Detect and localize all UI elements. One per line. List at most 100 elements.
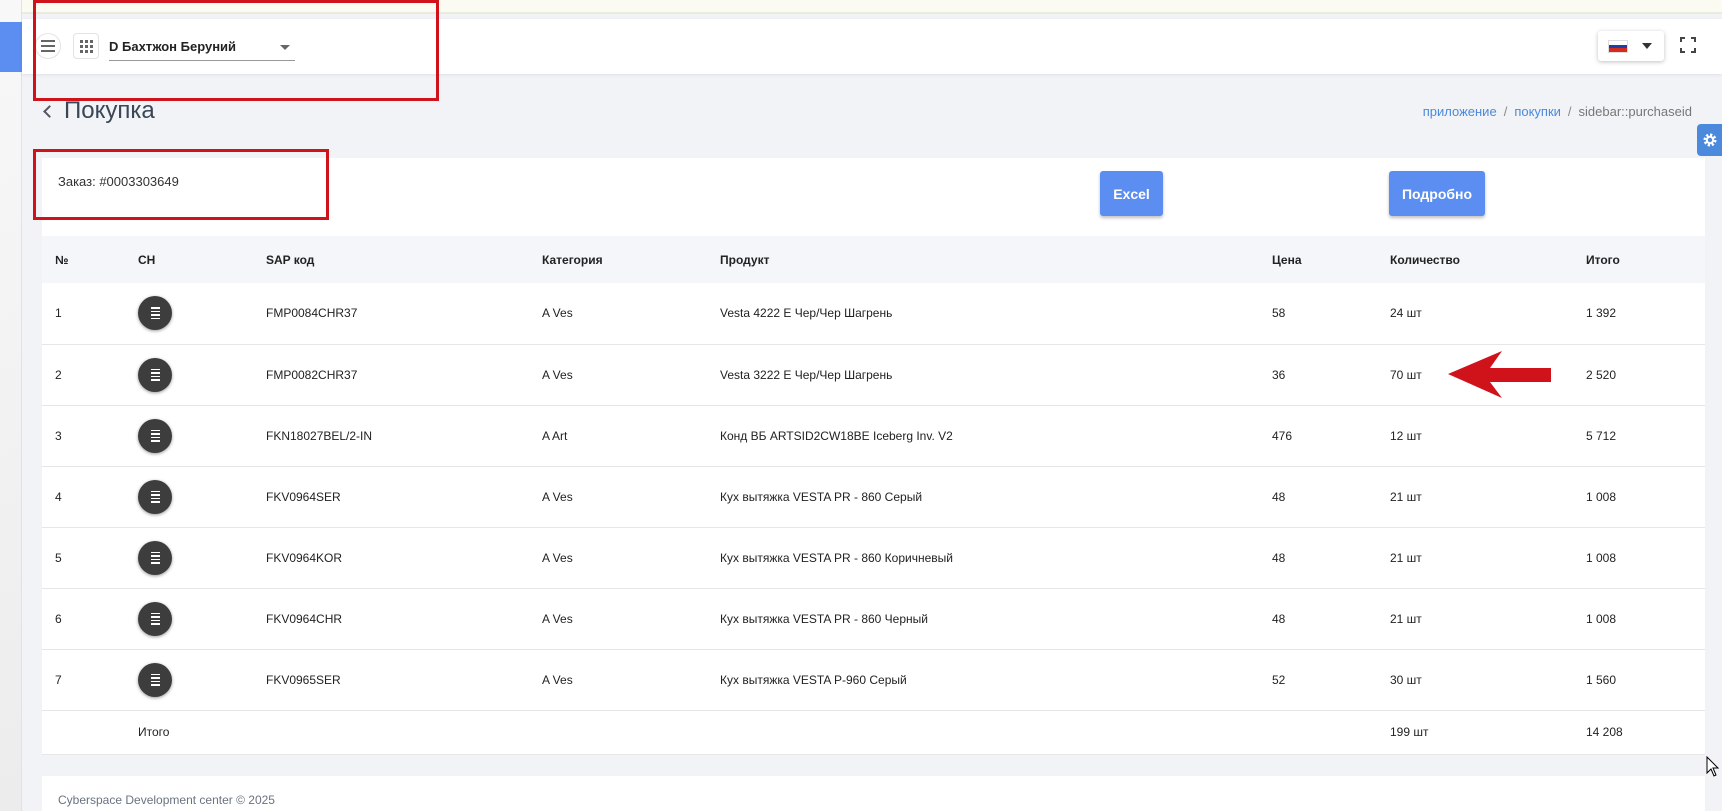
list-icon[interactable] bbox=[138, 296, 172, 331]
column-header: Цена bbox=[1272, 252, 1302, 267]
product-name: Кух вытяжка VESTA P-960 Серый bbox=[720, 672, 907, 687]
sap-code: FMP0084CHR37 bbox=[266, 306, 358, 321]
row-total: 1 008 bbox=[1586, 489, 1617, 504]
product-name: Vesta 3222 E Чер/Чер Шагрень bbox=[720, 367, 893, 382]
total-cell: Итого bbox=[138, 725, 170, 739]
copyright-text: Cyberspace Development center © 2025 bbox=[58, 793, 275, 807]
product-name: Кух вытяжка VESTA PR - 860 Серый bbox=[720, 489, 923, 504]
order-items-table: № CH SAP код Категория Продукт Цена Коли… bbox=[42, 236, 1705, 755]
row-total: 1 392 bbox=[1586, 306, 1617, 321]
breadcrumb-current: sidebar::purchaseid bbox=[1578, 104, 1692, 119]
column-header: Продукт bbox=[720, 252, 770, 267]
ch-cell bbox=[125, 649, 253, 710]
column-header: SAP код bbox=[266, 252, 315, 267]
sap-code: FKV0965SER bbox=[266, 672, 341, 687]
list-icon[interactable] bbox=[138, 357, 172, 392]
detail-button[interactable]: Подробно bbox=[1389, 171, 1485, 216]
gear-icon[interactable] bbox=[1697, 124, 1722, 156]
annotation-arrow bbox=[1448, 351, 1551, 398]
price: 58 bbox=[1272, 306, 1286, 321]
list-icon[interactable] bbox=[138, 540, 172, 575]
row-number: 4 bbox=[55, 489, 62, 504]
fullscreen-icon[interactable] bbox=[1680, 37, 1696, 53]
list-icon[interactable] bbox=[138, 418, 172, 453]
ch-cell bbox=[125, 588, 253, 649]
row-number: 3 bbox=[55, 428, 62, 443]
background-left-strip bbox=[0, 0, 22, 811]
total-quantity: 199 шт bbox=[1390, 725, 1429, 739]
list-icon[interactable] bbox=[138, 662, 172, 697]
table-header-row: № CH SAP код Категория Продукт Цена Коли… bbox=[42, 236, 1705, 283]
annotation-box-branch bbox=[33, 0, 439, 101]
product-name: Кух вытяжка VESTA PR - 860 Коричневый bbox=[720, 550, 953, 565]
table-row: 4 FKV0964SER A Ves Кух вытяжка VESTA PR - 8… bbox=[42, 466, 1705, 527]
row-number: 6 bbox=[55, 611, 62, 626]
mouse-cursor-icon bbox=[1706, 756, 1720, 777]
column-header: Категория bbox=[542, 252, 603, 267]
annotation-box-order bbox=[33, 149, 329, 220]
price: 48 bbox=[1272, 611, 1286, 626]
table-row: 1 FMP0084CHR37 A Ves Vesta 4222 E Чер/Чер Ш… bbox=[42, 283, 1705, 344]
product-name: Конд ВБ ARTSID2CW18BE Iceberg Inv. V2 bbox=[720, 428, 953, 443]
column-header: № bbox=[55, 252, 69, 267]
row-number: 1 bbox=[55, 306, 62, 321]
row-number: 5 bbox=[55, 550, 62, 565]
grand-total: 14 208 bbox=[1586, 725, 1623, 739]
row-total: 1 560 bbox=[1586, 672, 1617, 687]
empty-cell bbox=[1259, 710, 1377, 754]
table-row: 7 FKV0965SER A Ves Кух вытяжка VESTA P-960 … bbox=[42, 649, 1705, 710]
category: A Ves bbox=[542, 672, 573, 687]
sap-code: FKN18027BEL/2-IN bbox=[266, 428, 373, 443]
table-row: 6 FKV0964CHR A Ves Кух вытяжка VESTA PR - 8… bbox=[42, 588, 1705, 649]
ch-cell bbox=[125, 344, 253, 405]
table-row: 3 FKN18027BEL/2-IN A Art Конд ВБ ARTSID2CW1… bbox=[42, 405, 1705, 466]
language-select[interactable] bbox=[1598, 31, 1664, 61]
sidebar-edge bbox=[0, 22, 22, 72]
quantity: 30 шт bbox=[1390, 672, 1422, 687]
category: A Ves bbox=[542, 550, 573, 565]
empty-cell bbox=[253, 710, 529, 754]
quantity: 21 шт bbox=[1390, 489, 1422, 504]
list-icon[interactable] bbox=[138, 479, 172, 514]
chevron-down-icon bbox=[1642, 43, 1652, 49]
row-total: 5 712 bbox=[1586, 428, 1617, 443]
quantity: 12 шт bbox=[1390, 428, 1422, 443]
column-header: Количество bbox=[1390, 252, 1460, 267]
price: 52 bbox=[1272, 672, 1286, 687]
price: 36 bbox=[1272, 367, 1286, 382]
empty-cell bbox=[529, 710, 707, 754]
row-total: 1 008 bbox=[1586, 611, 1617, 626]
row-number: 2 bbox=[55, 367, 62, 382]
quantity: 24 шт bbox=[1390, 306, 1422, 321]
price: 476 bbox=[1272, 428, 1293, 443]
page-title: Покупка bbox=[64, 97, 155, 124]
ch-cell bbox=[125, 405, 253, 466]
quantity: 21 шт bbox=[1390, 611, 1422, 626]
list-icon[interactable] bbox=[138, 601, 172, 636]
category: A Ves bbox=[542, 367, 573, 382]
russia-flag-icon bbox=[1608, 40, 1628, 53]
back-chevron-icon[interactable] bbox=[43, 104, 56, 118]
category: A Art bbox=[542, 428, 568, 443]
breadcrumb: приложение / покупки / sidebar::purchaseid bbox=[1422, 104, 1692, 119]
category: A Ves bbox=[542, 611, 573, 626]
ch-cell bbox=[125, 283, 253, 344]
row-total: 2 520 bbox=[1586, 367, 1617, 382]
sap-code: FKV0964SER bbox=[266, 489, 341, 504]
price: 48 bbox=[1272, 550, 1286, 565]
excel-button[interactable]: Excel bbox=[1100, 171, 1163, 216]
breadcrumb-link-purchases[interactable]: покупки bbox=[1514, 104, 1561, 119]
column-header: Итого bbox=[1586, 252, 1620, 267]
sap-code: FKV0964CHR bbox=[266, 611, 343, 626]
ch-cell bbox=[125, 527, 253, 588]
row-total: 1 008 bbox=[1586, 550, 1617, 565]
breadcrumb-link-app[interactable]: приложение bbox=[1423, 104, 1497, 119]
table-row: 5 FKV0964KOR A Ves Кух вытяжка VESTA PR - 8… bbox=[42, 527, 1705, 588]
row-number: 7 bbox=[55, 672, 62, 687]
price: 48 bbox=[1272, 489, 1286, 504]
sap-code: FKV0964KOR bbox=[266, 550, 343, 565]
page-footer: Cyberspace Development center © 2025 bbox=[42, 776, 1705, 811]
column-header: CH bbox=[138, 252, 156, 267]
empty-cell bbox=[707, 710, 1259, 754]
category: A Ves bbox=[542, 306, 573, 321]
